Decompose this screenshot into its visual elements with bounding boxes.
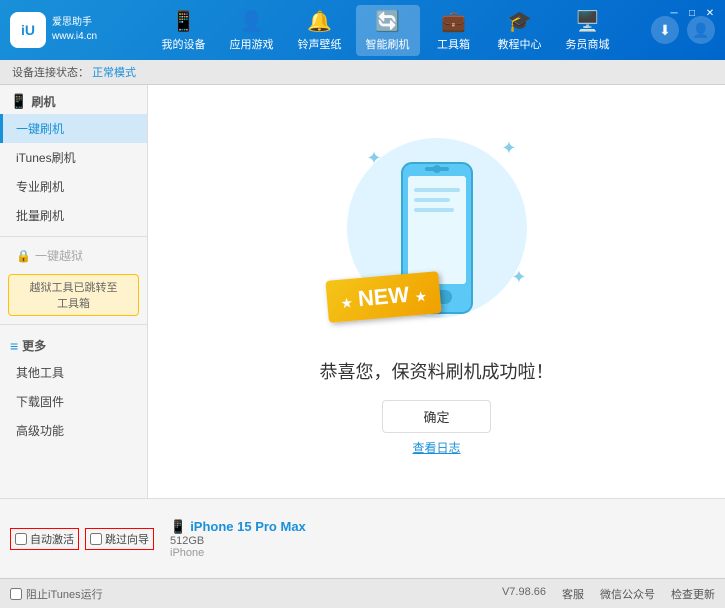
- minimize-button[interactable]: ─: [667, 6, 681, 20]
- logo-area: iU 爱思助手 www.i4.cn: [10, 12, 120, 48]
- sparkle-3: ✦: [511, 267, 526, 288]
- nav-tools[interactable]: 💼 工具箱: [424, 5, 484, 56]
- phone-illustration: ✦ ✦ ✦ NEW: [337, 128, 537, 348]
- confirm-button[interactable]: 确定: [382, 400, 490, 433]
- sidebar-item-download-firmware[interactable]: 下载固件: [0, 387, 147, 416]
- nav-apps-games[interactable]: 👤 应用游戏: [220, 5, 284, 56]
- device-type: iPhone: [170, 547, 306, 559]
- nav-ringtones[interactable]: 🔔 铃声壁纸: [288, 5, 352, 56]
- service-label: 务员商城: [566, 36, 610, 52]
- itunes-label: 阻止iTunes运行: [26, 586, 103, 602]
- footer-right: V7.98.66 客服 微信公众号 检查更新: [502, 586, 715, 602]
- bottom-area: 自动激活 跳过向导 📱 iPhone 15 Pro Max 512GB iPho…: [0, 498, 725, 608]
- lock-icon: 🔒: [16, 249, 31, 263]
- sidebar-divider-1: [0, 236, 147, 237]
- tutorials-label: 教程中心: [498, 36, 542, 52]
- main-layout: 📱 刷机 一键刷机 iTunes刷机 专业刷机 批量刷机 🔒 一键越狱 越狱工具…: [0, 85, 725, 498]
- logo-symbol: iU: [21, 22, 35, 38]
- nav-service[interactable]: 🖥️ 务员商城: [556, 5, 620, 56]
- sidebar-item-itunes-flash[interactable]: iTunes刷机: [0, 143, 147, 172]
- my-device-icon: 📱: [171, 9, 196, 34]
- auto-activate-label: 自动激活: [30, 531, 74, 547]
- nav-smart-flash[interactable]: 🔄 智能刷机: [356, 5, 420, 56]
- apps-label: 应用游戏: [230, 36, 274, 52]
- flash-section: 📱 刷机 一键刷机 iTunes刷机 专业刷机 批量刷机: [0, 85, 147, 232]
- success-text: 恭喜您，保资料刷机成功啦！: [320, 358, 554, 384]
- header: iU 爱思助手 www.i4.cn 📱 我的设备 👤 应用游戏 🔔 铃声壁纸 🔄…: [0, 0, 725, 60]
- nav-my-device[interactable]: 📱 我的设备: [152, 5, 216, 56]
- guide-checkbox[interactable]: 跳过向导: [85, 528, 154, 550]
- more-section: ≡ 更多 其他工具 下载固件 高级功能: [0, 329, 147, 447]
- more-section-icon: ≡: [10, 338, 18, 354]
- breadcrumb-prefix: 设备连接状态：: [12, 67, 89, 79]
- my-device-label: 我的设备: [162, 36, 206, 52]
- footer-link-service[interactable]: 客服: [562, 586, 584, 602]
- close-button[interactable]: ✕: [703, 6, 717, 20]
- sidebar-info-box: 越狱工具已跳转至工具箱: [8, 274, 139, 316]
- maximize-button[interactable]: □: [685, 6, 699, 20]
- content-area: ✦ ✦ ✦ NEW: [148, 85, 725, 498]
- guide-label: 跳过向导: [105, 531, 149, 547]
- apps-icon: 👤: [239, 9, 264, 34]
- sidebar-item-one-key-flash[interactable]: 一键刷机: [0, 114, 147, 143]
- ringtone-label: 铃声壁纸: [298, 36, 342, 52]
- nav-items: 📱 我的设备 👤 应用游戏 🔔 铃声壁纸 🔄 智能刷机 💼 工具箱 🎓 教程中心…: [120, 5, 651, 56]
- header-right: ⬇ 👤: [651, 16, 715, 44]
- sidebar-divider-2: [0, 324, 147, 325]
- sidebar-item-advanced[interactable]: 高级功能: [0, 416, 147, 445]
- sidebar-item-batch-flash[interactable]: 批量刷机: [0, 201, 147, 230]
- flash-label: 智能刷机: [366, 36, 410, 52]
- window-controls: ─ □ ✕: [667, 6, 717, 20]
- more-section-label: 更多: [22, 337, 46, 354]
- sidebar-item-other-tools[interactable]: 其他工具: [0, 358, 147, 387]
- download-button[interactable]: ⬇: [651, 16, 679, 44]
- sidebar: 📱 刷机 一键刷机 iTunes刷机 专业刷机 批量刷机 🔒 一键越狱 越狱工具…: [0, 85, 148, 498]
- user-button[interactable]: 👤: [687, 16, 715, 44]
- flash-section-icon: 📱: [10, 93, 27, 110]
- device-bar: 自动激活 跳过向导 📱 iPhone 15 Pro Max 512GB iPho…: [0, 498, 725, 578]
- device-options: 自动激活 跳过向导: [10, 528, 154, 550]
- flash-section-label: 刷机: [31, 93, 55, 110]
- footer-link-wechat[interactable]: 微信公众号: [600, 586, 655, 602]
- device-storage: 512GB: [170, 535, 306, 547]
- auto-activate-input[interactable]: [15, 533, 27, 545]
- footer-link-update[interactable]: 检查更新: [671, 586, 715, 602]
- device-info: 📱 iPhone 15 Pro Max 512GB iPhone: [170, 519, 306, 559]
- sidebar-disabled-jailbreak: 🔒 一键越狱: [0, 241, 147, 270]
- more-section-header: ≡ 更多: [0, 331, 147, 358]
- sidebar-item-pro-flash[interactable]: 专业刷机: [0, 172, 147, 201]
- footer-left: 阻止iTunes运行: [10, 586, 103, 602]
- breadcrumb: 设备连接状态： 正常模式: [0, 60, 725, 85]
- itunes-checkbox[interactable]: [10, 588, 22, 600]
- sparkle-2: ✦: [501, 138, 516, 159]
- sparkle-1: ✦: [367, 148, 382, 169]
- log-link[interactable]: 查看日志: [412, 439, 460, 456]
- auto-activate-checkbox[interactable]: 自动激活: [10, 528, 79, 550]
- tools-label: 工具箱: [437, 36, 470, 52]
- flash-section-header: 📱 刷机: [0, 87, 147, 114]
- guide-input[interactable]: [90, 533, 102, 545]
- tutorials-icon: 🎓: [507, 9, 532, 34]
- version-text: V7.98.66: [502, 586, 546, 602]
- logo-icon: iU: [10, 12, 46, 48]
- ringtone-icon: 🔔: [307, 9, 332, 34]
- footer: 阻止iTunes运行 V7.98.66 客服 微信公众号 检查更新: [0, 578, 725, 608]
- flash-icon: 🔄: [375, 9, 400, 34]
- service-icon: 🖥️: [575, 9, 600, 34]
- tools-icon: 💼: [441, 9, 466, 34]
- logo-text: 爱思助手 www.i4.cn: [52, 16, 97, 44]
- breadcrumb-status: 正常模式: [92, 67, 136, 79]
- nav-tutorials[interactable]: 🎓 教程中心: [488, 5, 552, 56]
